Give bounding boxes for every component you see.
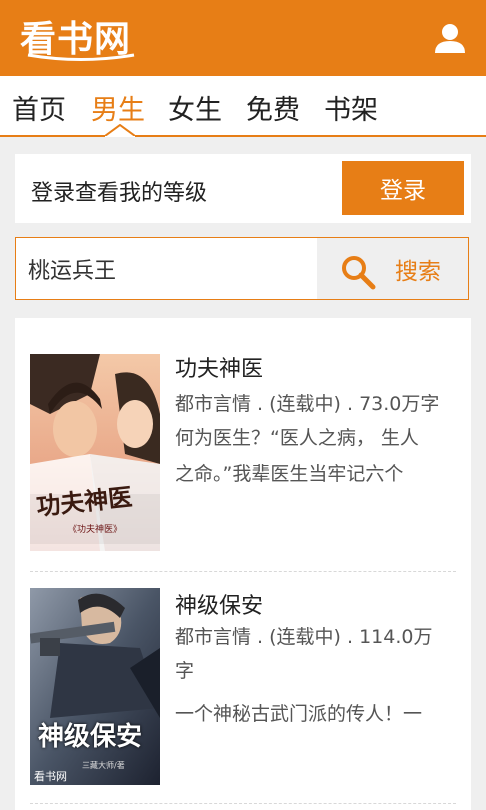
book-description: 一个神秘古武门派的传人！一 [175, 703, 423, 725]
tab-female[interactable]: 女生 [168, 88, 222, 127]
tab-male[interactable]: 男生 [91, 88, 145, 127]
book-meta: 都市言情 . (连载中) . 73.0万字 [175, 393, 440, 415]
login-prompt: 登录查看我的等级 [31, 181, 208, 206]
book-meta: 字 [175, 660, 195, 682]
login-button[interactable]: 登录 [342, 161, 464, 215]
cover-author-text: 三藏大师/著 [82, 761, 125, 770]
logo-swoosh [27, 53, 135, 61]
tab-bookshelf[interactable]: 书架 [324, 88, 378, 127]
tab-free[interactable]: 免费 [246, 88, 300, 127]
list-divider [30, 803, 456, 804]
book-title[interactable]: 神级保安 [175, 588, 263, 620]
book-description: 之命。”我辈医生当牢记六个 [175, 463, 404, 485]
book-cover-art [30, 588, 160, 785]
search-button-label[interactable]: 搜索 [395, 252, 441, 286]
book-title[interactable]: 功夫神医 [175, 351, 263, 383]
cover-title-text: 神级保安 [38, 722, 143, 752]
book-description: 何为医生？“医人之病， 生人 [175, 427, 419, 449]
book-meta: 都市言情 . (连载中) . 114.0万 [175, 626, 433, 648]
user-icon[interactable] [433, 22, 467, 54]
book-cover[interactable]: 神级保安 三藏大师/著 看书网 [30, 588, 160, 785]
search-input[interactable] [16, 238, 316, 299]
active-tab-caret-icon [105, 124, 135, 138]
list-divider [30, 571, 456, 572]
search-icon[interactable] [340, 254, 376, 290]
cover-subtitle-text: 《功夫神医》 [68, 525, 123, 535]
category-nav [0, 76, 486, 137]
tab-home[interactable]: 首页 [12, 88, 66, 127]
cover-logo-text: 看书网 [34, 770, 67, 783]
book-cover[interactable]: 功夫神医 《功夫神医》 [30, 354, 160, 551]
